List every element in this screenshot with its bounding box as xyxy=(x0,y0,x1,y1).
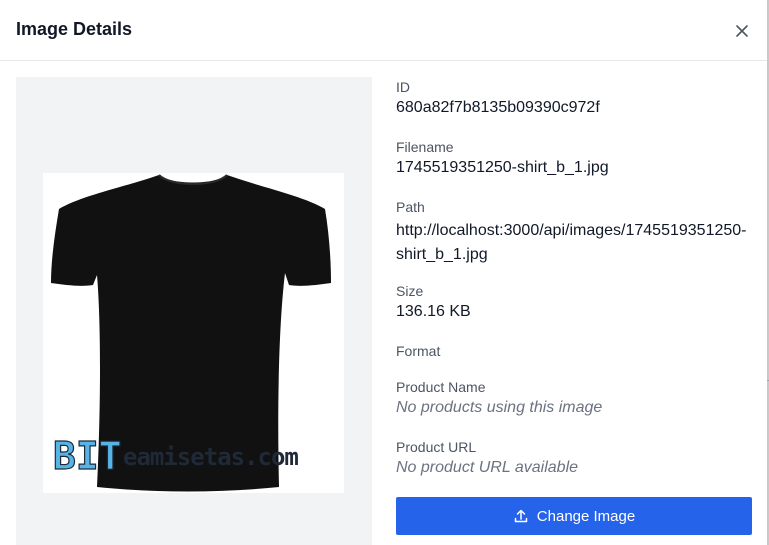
dialog-title: Image Details xyxy=(16,19,133,39)
product-name-value: No products using this image xyxy=(396,399,603,416)
size-value: 136.16 KB xyxy=(396,303,471,320)
filename-value: 1745519351250-shirt_b_1.jpg xyxy=(396,159,609,176)
path-value: http://localhost:3000/api/images/1745519… xyxy=(396,222,747,263)
close-icon xyxy=(736,25,748,37)
product-name-label: Product Name xyxy=(396,379,486,395)
change-image-label: Change Image xyxy=(536,507,636,525)
svg-text:BIT: BIT xyxy=(53,434,122,478)
format-label: Format xyxy=(396,343,441,359)
close-button[interactable] xyxy=(732,21,752,41)
product-url-label: Product URL xyxy=(396,439,477,455)
change-image-button[interactable]: Change Image xyxy=(396,497,752,535)
upload-icon xyxy=(513,508,529,524)
path-label: Path xyxy=(396,199,425,215)
image-details-dialog: Image Details BIT eamisetas.com ID 680a8… xyxy=(0,0,767,545)
image-preview: BIT eamisetas.com xyxy=(16,77,372,545)
size-label: Size xyxy=(396,283,424,299)
filename-label: Filename xyxy=(396,139,454,155)
id-value: 680a82f7b8135b09390c972f xyxy=(396,99,600,116)
dialog-header: Image Details xyxy=(0,0,767,61)
watermark-logo: BIT eamisetas.com xyxy=(52,433,299,478)
product-url-value: No product URL available xyxy=(396,459,579,476)
svg-text:eamisetas.com: eamisetas.com xyxy=(123,443,298,471)
product-image: BIT eamisetas.com xyxy=(43,173,344,493)
id-label: ID xyxy=(396,79,410,95)
